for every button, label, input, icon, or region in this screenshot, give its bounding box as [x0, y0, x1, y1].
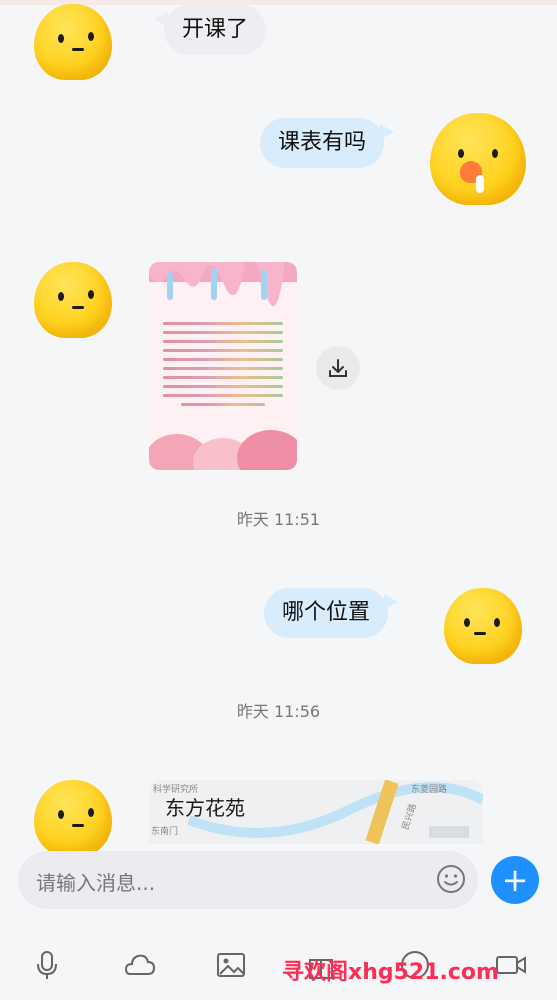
- microphone-icon[interactable]: [30, 948, 64, 982]
- timestamp: 昨天 11:51: [236, 510, 321, 529]
- schedule-text-block: [163, 316, 283, 412]
- contact-avatar[interactable]: [34, 780, 112, 856]
- video-icon[interactable]: [494, 948, 528, 982]
- add-button[interactable]: +: [491, 856, 539, 904]
- message-bubble[interactable]: 开课了: [153, 5, 267, 55]
- image-icon[interactable]: [214, 948, 248, 982]
- image-message[interactable]: [149, 262, 297, 470]
- map-label: 东南门: [151, 827, 179, 837]
- emoji-icon[interactable]: [436, 864, 466, 894]
- image-decoration: [149, 262, 297, 307]
- self-avatar[interactable]: [444, 588, 522, 664]
- cloud-icon[interactable]: [122, 948, 156, 982]
- watermark-text: 寻欢阁xhg521.com: [282, 960, 499, 985]
- map-label: 东菱园路: [411, 785, 448, 795]
- input-placeholder: 请输入消息...: [36, 871, 156, 895]
- self-avatar[interactable]: [430, 113, 526, 205]
- timestamp: 昨天 11:56: [236, 702, 321, 721]
- plus-icon: +: [501, 861, 529, 899]
- download-button[interactable]: [316, 346, 360, 390]
- location-title: 东方花苑: [165, 796, 245, 820]
- image-decoration: [149, 430, 297, 470]
- location-message[interactable]: 科学研究所 东南门 东菱园路 民兴路 东方花苑: [149, 780, 483, 844]
- contact-avatar[interactable]: [34, 4, 112, 80]
- message-input[interactable]: 请输入消息...: [18, 851, 478, 909]
- message-bubble[interactable]: 哪个位置: [264, 588, 399, 638]
- download-icon: [329, 359, 347, 377]
- message-bubble[interactable]: 课表有吗: [260, 118, 395, 168]
- contact-avatar[interactable]: [34, 262, 112, 338]
